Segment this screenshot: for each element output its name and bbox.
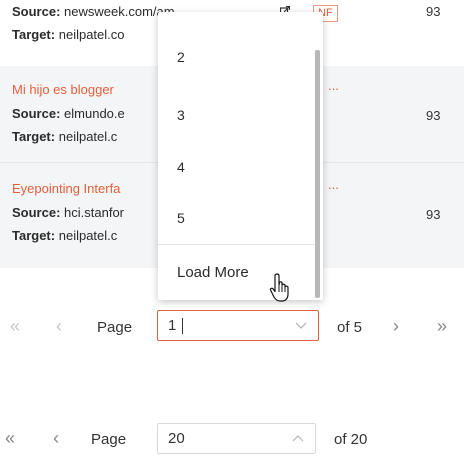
hand-cursor-icon (269, 273, 289, 302)
page-option[interactable]: 3 (158, 90, 314, 140)
source-line: Source: elmundo.e (12, 106, 125, 121)
target-label: Target: (12, 129, 56, 144)
target-value[interactable]: neilpatel.co (59, 27, 125, 42)
title-ellipsis: ... (328, 177, 339, 192)
target-label: Target: (12, 27, 56, 42)
backlink-title-link[interactable]: Mi hijo es blogger (12, 82, 114, 97)
previous-page-icon[interactable]: ‹ (56, 316, 62, 336)
score-value: 93 (426, 108, 441, 123)
score-value: 93 (426, 4, 441, 19)
target-label: Target: (12, 228, 56, 243)
chevron-up-icon (292, 435, 304, 442)
previous-page-icon[interactable]: ‹ (53, 428, 59, 448)
page-option[interactable]: 5 (158, 193, 314, 243)
target-line: Target: neilpatel.c (12, 228, 117, 243)
backlink-title: Eyepointing Interfa (12, 181, 121, 196)
pagination-top: « ‹ Page 1 of 5 › » (0, 310, 464, 350)
page-select-dropdown: 2 3 4 5 Load More (158, 12, 323, 300)
page-total-label: of 20 (334, 431, 368, 448)
page-option[interactable]: 4 (158, 142, 314, 192)
source-value[interactable]: hci.stanfor (64, 205, 124, 220)
source-label: Source: (12, 205, 61, 220)
last-page-icon[interactable]: » (437, 316, 447, 336)
page-total-label: of 5 (337, 319, 363, 336)
source-value[interactable]: elmundo.e (64, 106, 125, 121)
title-ellipsis: ... (328, 78, 339, 93)
source-label: Source: (12, 4, 61, 19)
first-page-icon[interactable]: « (5, 428, 15, 448)
target-value[interactable]: neilpatel.c (59, 129, 118, 144)
source-line: Source: hci.stanfor (12, 205, 124, 220)
backlink-title: Mi hijo es blogger (12, 82, 114, 97)
chevron-down-icon (295, 322, 307, 329)
text-caret (181, 318, 183, 335)
score-value: 93 (426, 207, 441, 222)
pagination-bottom: « ‹ Page 20 of 20 (0, 423, 464, 463)
first-page-icon[interactable]: « (10, 316, 20, 336)
page-number-value: 20 (168, 430, 185, 447)
source-label: Source: (12, 106, 61, 121)
target-line: Target: neilpatel.co (12, 27, 125, 42)
dropdown-scrollbar[interactable] (315, 50, 320, 298)
page-number-select[interactable]: 20 (157, 423, 316, 454)
page-label: Page (97, 319, 133, 336)
page-number-select[interactable]: 1 (157, 310, 319, 341)
target-value[interactable]: neilpatel.c (59, 228, 118, 243)
target-line: Target: neilpatel.c (12, 129, 117, 144)
next-page-icon[interactable]: › (393, 316, 399, 336)
dropdown-divider (158, 244, 314, 245)
page-label: Page (91, 431, 127, 448)
backlink-title-link[interactable]: Eyepointing Interfa (12, 181, 120, 196)
page-option[interactable]: 2 (158, 32, 314, 82)
page-number-value: 1 (168, 317, 177, 334)
